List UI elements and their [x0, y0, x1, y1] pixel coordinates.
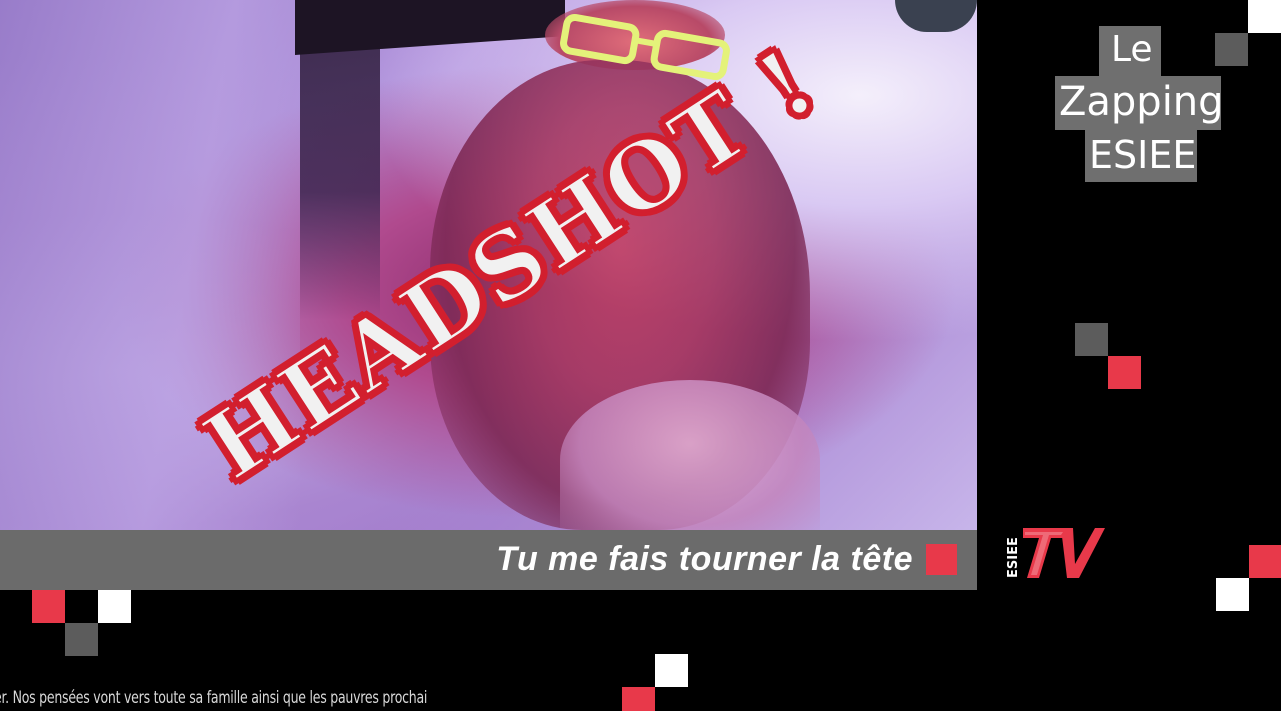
logo-line2-text: Zapping: [1059, 79, 1224, 125]
deco-square-white: [1248, 0, 1281, 33]
deco-square-red: [1249, 545, 1281, 578]
tv-logo-small-text: ESIEE: [1006, 537, 1021, 578]
deco-square-gray: [1215, 33, 1248, 66]
deco-square-gray: [1075, 323, 1108, 356]
video-lamp: [895, 0, 977, 32]
deco-square-red: [622, 687, 655, 711]
caption-accent-square: [926, 544, 957, 575]
zapping-esiee-logo: Le Zapping ESIEE: [1055, 26, 1225, 182]
broadcast-frame: HEADSHOT ! Tu me fais tourner la tête Le…: [0, 0, 1281, 711]
deco-square-gray: [65, 623, 98, 656]
esiee-tv-logo: ESIEE: [1006, 528, 1105, 578]
ticker-text: er. Nos pensées vont vers toute sa famil…: [0, 688, 428, 708]
logo-line1-text: Le: [1111, 29, 1153, 70]
news-ticker: er. Nos pensées vont vers toute sa famil…: [0, 687, 622, 711]
video-ceiling-bar: [295, 0, 565, 56]
deco-square-red: [1108, 356, 1141, 389]
logo-line-le: Le: [1099, 26, 1161, 76]
logo-line3-text: ESIEE: [1089, 133, 1197, 177]
tv-logo-mark: [1023, 528, 1105, 578]
caption-band: Tu me fais tourner la tête: [0, 530, 977, 590]
caption-text: Tu me fais tourner la tête: [496, 540, 913, 578]
video-shoulder: [560, 380, 820, 530]
deco-square-white: [98, 590, 131, 623]
deco-square-white: [655, 654, 688, 687]
deco-square-white: [1216, 578, 1249, 611]
deco-square-red: [32, 590, 65, 623]
logo-line-zapping: Zapping: [1055, 76, 1224, 130]
logo-line-esiee: ESIEE: [1085, 130, 1197, 182]
